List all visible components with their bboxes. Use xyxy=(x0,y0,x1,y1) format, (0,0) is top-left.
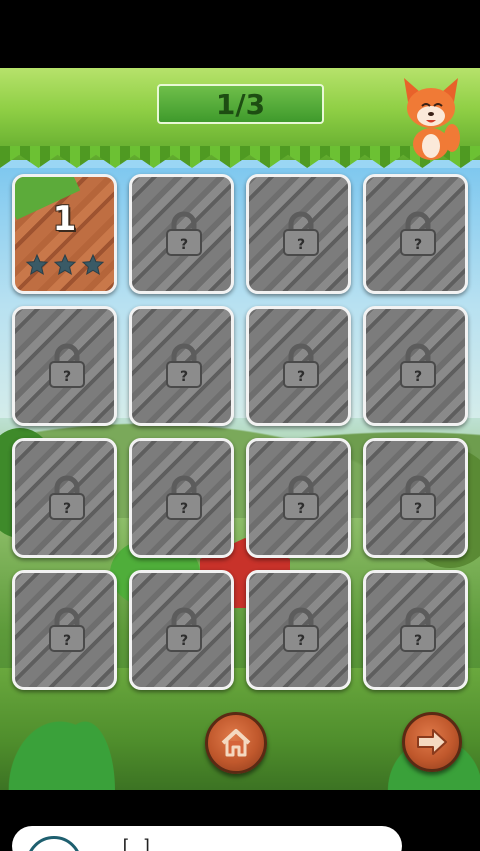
level-progress-text: 1/3 xyxy=(215,87,266,121)
ad-banner[interactable]: [ ] xyxy=(12,826,402,851)
svg-text:?: ? xyxy=(414,369,422,385)
level-tile-6[interactable]: ? xyxy=(129,306,234,426)
lock-icon: ? xyxy=(283,475,319,520)
lock-icon: ? xyxy=(49,475,85,520)
level-tile-10[interactable]: ? xyxy=(129,438,234,558)
level-tile-14[interactable]: ? xyxy=(129,570,234,690)
level-tile-16[interactable]: ? xyxy=(363,570,468,690)
lock-icon: ? xyxy=(283,343,319,388)
level-tile-12[interactable]: ? xyxy=(363,438,468,558)
svg-text:?: ? xyxy=(297,633,305,649)
level-tile-4[interactable]: ? xyxy=(363,174,468,294)
lock-icon: ? xyxy=(283,211,319,256)
level-tile-1[interactable]: 1 xyxy=(12,174,117,294)
arrow-right-icon xyxy=(417,729,447,755)
level-tile-13[interactable]: ? xyxy=(12,570,117,690)
fern-left-2 xyxy=(50,710,120,790)
star-icon xyxy=(53,253,77,276)
star-icon xyxy=(25,253,49,276)
level-progress-box: 1/3 xyxy=(157,84,324,124)
star-rating xyxy=(25,253,105,277)
lock-icon: ? xyxy=(166,607,202,652)
ad-text: [ ] xyxy=(120,836,153,851)
lock-icon: ? xyxy=(283,607,319,652)
svg-text:?: ? xyxy=(63,501,71,517)
level-number: 1 xyxy=(52,199,77,239)
svg-text:?: ? xyxy=(414,633,422,649)
status-bar xyxy=(0,0,480,68)
ad-app-icon xyxy=(26,836,82,851)
svg-text:?: ? xyxy=(180,501,188,517)
fox-mascot-icon xyxy=(404,78,460,160)
svg-text:?: ? xyxy=(414,237,422,253)
svg-text:?: ? xyxy=(63,633,71,649)
level-tile-3[interactable]: ? xyxy=(246,174,351,294)
svg-text:?: ? xyxy=(63,369,71,385)
star-icon xyxy=(81,253,105,276)
lock-icon: ? xyxy=(49,607,85,652)
svg-text:?: ? xyxy=(180,369,188,385)
lock-icon: ? xyxy=(49,343,85,388)
level-tile-11[interactable]: ? xyxy=(246,438,351,558)
home-icon xyxy=(221,729,251,757)
lock-icon: ? xyxy=(400,211,436,256)
lock-icon: ? xyxy=(400,607,436,652)
lock-icon: ? xyxy=(400,343,436,388)
next-page-button[interactable] xyxy=(402,712,462,772)
svg-text:?: ? xyxy=(297,501,305,517)
svg-text:?: ? xyxy=(297,369,305,385)
level-tile-2[interactable]: ? xyxy=(129,174,234,294)
lock-icon: ? xyxy=(166,475,202,520)
svg-text:?: ? xyxy=(180,237,188,253)
svg-text:?: ? xyxy=(297,237,305,253)
level-tile-15[interactable]: ? xyxy=(246,570,351,690)
svg-text:?: ? xyxy=(414,501,422,517)
lock-icon: ? xyxy=(166,211,202,256)
level-tile-9[interactable]: ? xyxy=(12,438,117,558)
home-button[interactable] xyxy=(205,712,267,774)
level-tile-8[interactable]: ? xyxy=(363,306,468,426)
level-tile-5[interactable]: ? xyxy=(12,306,117,426)
level-tile-7[interactable]: ? xyxy=(246,306,351,426)
lock-icon: ? xyxy=(166,343,202,388)
svg-text:?: ? xyxy=(180,633,188,649)
lock-icon: ? xyxy=(400,475,436,520)
